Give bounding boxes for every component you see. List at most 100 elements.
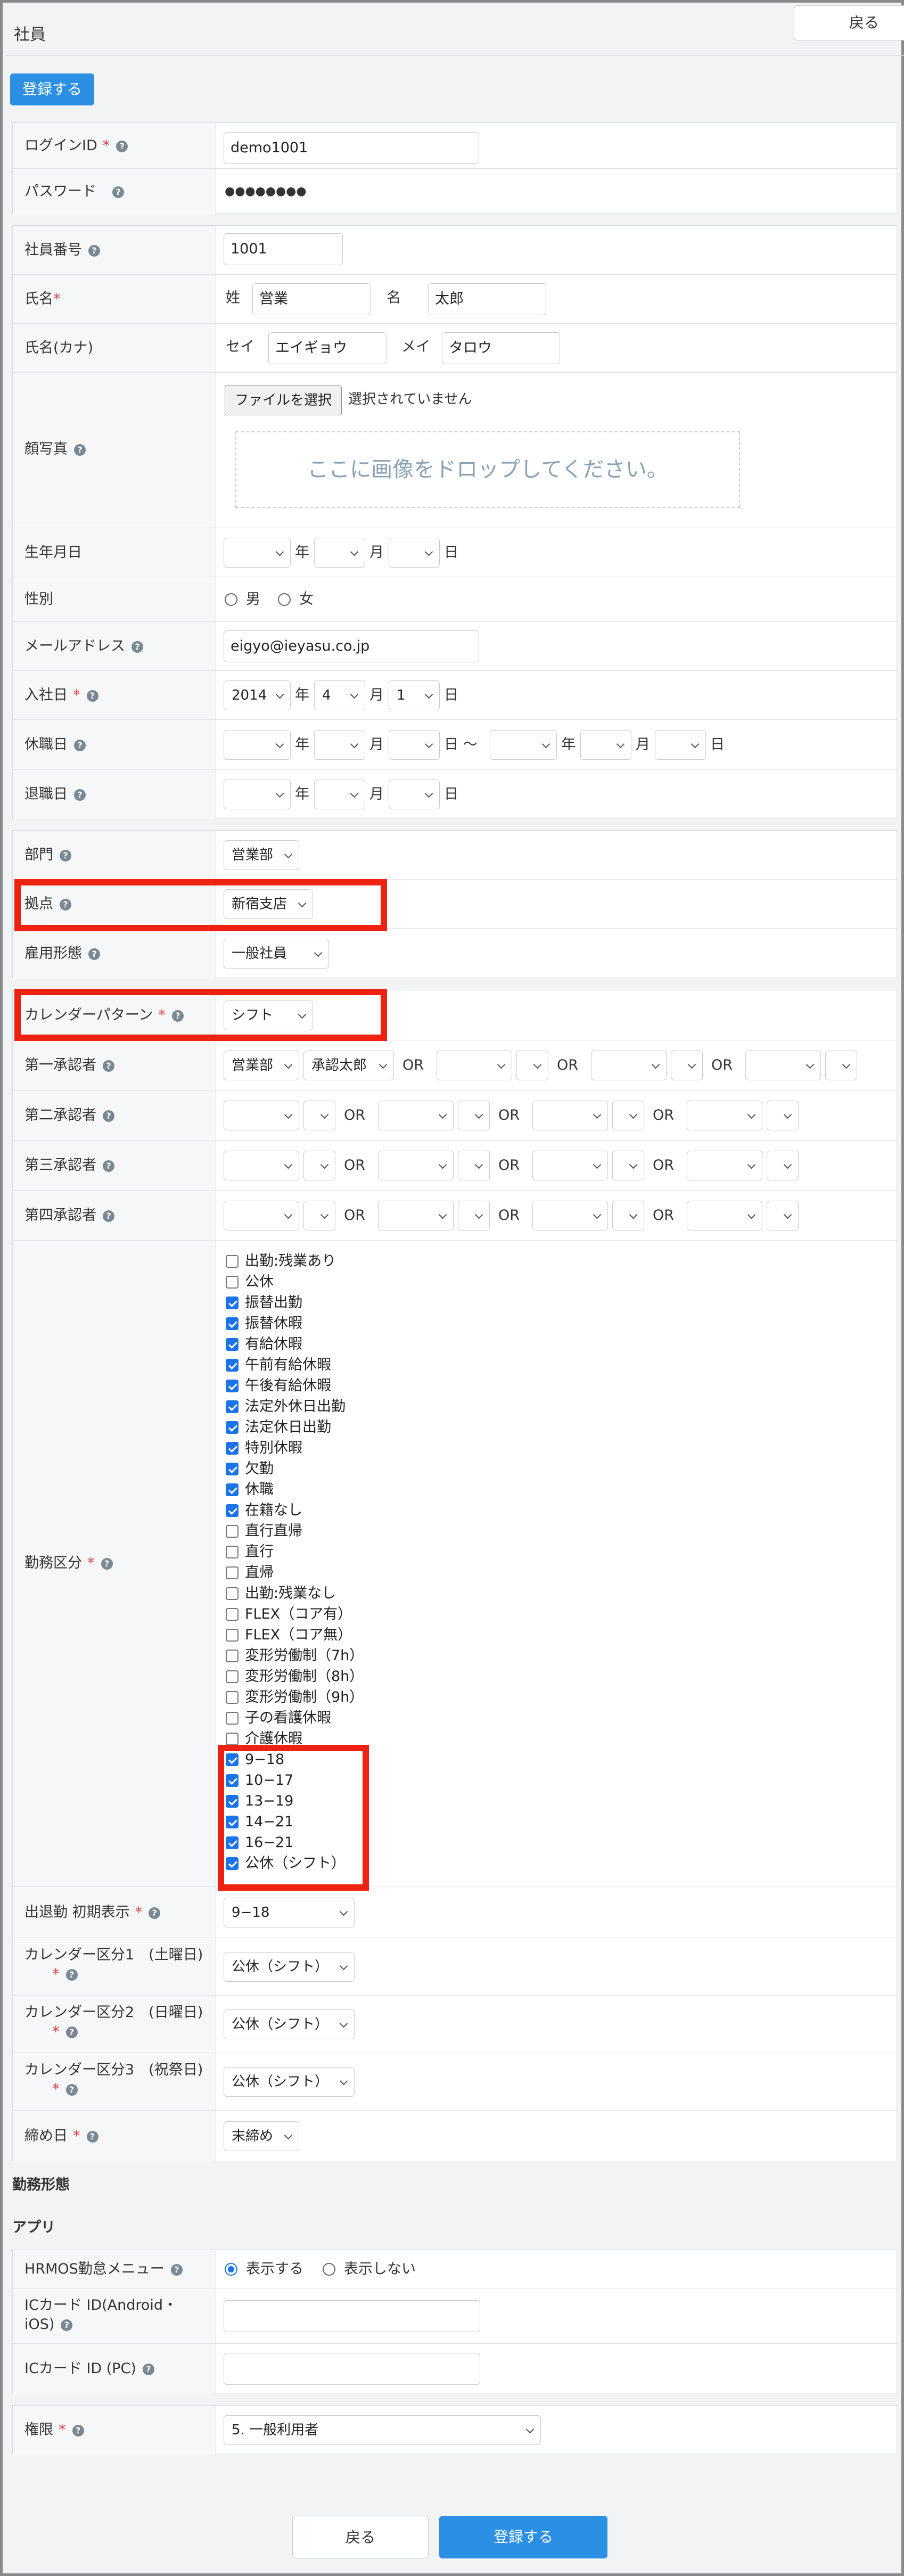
menu-hide-radio[interactable] — [323, 2263, 335, 2276]
help-icon[interactable]: ? — [103, 1160, 114, 1172]
help-icon[interactable]: ? — [142, 2364, 154, 2375]
initial-display-select[interactable]: 9−18 — [224, 1898, 355, 1927]
work-type-checkbox[interactable] — [226, 1566, 239, 1579]
approver-3-alt3-person-select[interactable] — [767, 1151, 799, 1180]
approver-2-person-select[interactable] — [303, 1101, 335, 1130]
ic-card-pc-input[interactable] — [224, 2353, 480, 2385]
work-type-checkbox[interactable] — [226, 1276, 239, 1289]
approver-2-alt2-person-select[interactable] — [612, 1101, 644, 1130]
work-type-checkbox[interactable] — [226, 1400, 239, 1413]
employee-number-input[interactable]: 1001 — [224, 233, 343, 265]
approver-1-alt3-person-select[interactable] — [825, 1051, 857, 1080]
register-button[interactable]: 登録する — [439, 2516, 607, 2558]
gender-female-radio[interactable] — [278, 593, 291, 606]
password-input[interactable]: ●●●●●●●● — [225, 182, 307, 201]
approver-2-dept-select[interactable] — [224, 1101, 299, 1130]
leave-start-day-select[interactable] — [389, 730, 440, 760]
approver-2-alt2-dept-select[interactable] — [532, 1101, 608, 1130]
work-type-checkbox[interactable] — [226, 1629, 239, 1642]
approver-3-alt2-person-select[interactable] — [612, 1151, 644, 1180]
help-icon[interactable]: ? — [60, 850, 71, 862]
back-button-top[interactable]: 戻る — [794, 5, 904, 40]
work-type-checkbox[interactable] — [226, 1463, 239, 1475]
approver-3-dept-select[interactable] — [224, 1151, 299, 1180]
help-icon[interactable]: ? — [86, 2131, 98, 2143]
calendar-type-1-select[interactable]: 公休（シフト） — [224, 1952, 355, 1982]
approver-1-alt2-person-select[interactable] — [671, 1051, 703, 1080]
approver-1-person-select[interactable]: 承認太郎 — [303, 1051, 394, 1080]
approver-4-alt3-dept-select[interactable] — [687, 1201, 762, 1230]
kana-first-name-input[interactable]: タロウ — [442, 332, 560, 364]
approver-3-alt1-dept-select[interactable] — [378, 1151, 454, 1180]
work-type-checkbox[interactable] — [226, 1297, 239, 1309]
help-icon[interactable]: ? — [74, 740, 86, 751]
work-type-checkbox[interactable] — [226, 1380, 239, 1392]
approver-2-alt1-person-select[interactable] — [458, 1101, 490, 1130]
help-icon[interactable]: ? — [170, 2264, 183, 2276]
birth-day-select[interactable] — [389, 538, 440, 568]
kana-last-name-input[interactable]: エイギョウ — [268, 332, 387, 364]
work-type-checkbox[interactable] — [226, 1733, 239, 1745]
gender-male-radio[interactable] — [225, 593, 237, 606]
approver-1-dept-select[interactable]: 営業部 — [224, 1051, 299, 1080]
work-type-checkbox[interactable] — [226, 1650, 239, 1662]
work-type-checkbox[interactable] — [226, 1608, 239, 1621]
leave-end-month-select[interactable] — [580, 730, 631, 760]
approver-3-alt2-dept-select[interactable] — [532, 1151, 608, 1180]
help-icon[interactable]: ? — [88, 245, 100, 257]
menu-show-radio[interactable] — [225, 2263, 237, 2276]
retire-day-select[interactable] — [389, 780, 440, 809]
approver-4-alt2-dept-select[interactable] — [532, 1201, 608, 1230]
help-icon[interactable]: ? — [112, 186, 124, 198]
employment-type-select[interactable]: 一般社員 — [224, 939, 329, 969]
closing-day-select[interactable]: 末締め — [224, 2121, 299, 2151]
join-year-select[interactable]: 2014 — [224, 680, 291, 710]
choose-file-button[interactable]: ファイルを選択 — [225, 385, 342, 415]
work-type-checkbox[interactable] — [226, 1338, 239, 1351]
leave-end-day-select[interactable] — [655, 730, 706, 760]
join-day-select[interactable]: 1 — [389, 680, 440, 710]
join-month-select[interactable]: 4 — [314, 680, 365, 710]
help-icon[interactable]: ? — [74, 444, 86, 456]
help-icon[interactable]: ? — [65, 2027, 78, 2038]
work-type-checkbox[interactable] — [226, 1712, 239, 1725]
help-icon[interactable]: ? — [86, 690, 98, 702]
help-icon[interactable]: ? — [116, 141, 128, 152]
approver-2-alt3-person-select[interactable] — [767, 1101, 799, 1130]
image-dropzone[interactable]: ここに画像をドロップしてください。 — [235, 431, 740, 508]
last-name-input[interactable]: 営業 — [252, 283, 371, 315]
help-icon[interactable]: ? — [103, 1110, 114, 1122]
help-icon[interactable]: ? — [65, 1969, 78, 1981]
register-button-top[interactable]: 登録する — [10, 73, 94, 105]
leave-start-month-select[interactable] — [314, 730, 365, 760]
retire-month-select[interactable] — [314, 780, 365, 809]
back-button[interactable]: 戻る — [292, 2516, 429, 2558]
approver-4-alt2-person-select[interactable] — [612, 1201, 644, 1230]
approver-4-person-select[interactable] — [303, 1201, 335, 1230]
work-type-checkbox[interactable] — [226, 1525, 239, 1538]
approver-4-alt1-dept-select[interactable] — [378, 1201, 454, 1230]
leave-start-year-select[interactable] — [224, 730, 291, 760]
approver-3-alt3-dept-select[interactable] — [687, 1151, 762, 1180]
help-icon[interactable]: ? — [103, 1210, 114, 1222]
work-type-checkbox[interactable] — [226, 1255, 239, 1268]
work-type-checkbox[interactable] — [226, 1587, 239, 1600]
work-type-checkbox[interactable] — [226, 1670, 239, 1683]
work-type-checkbox[interactable] — [226, 1483, 239, 1496]
permission-select[interactable]: 5. 一般利用者 — [224, 2415, 541, 2445]
help-icon[interactable]: ? — [103, 1060, 114, 1072]
birth-year-select[interactable] — [224, 538, 291, 568]
help-icon[interactable]: ? — [72, 2425, 84, 2436]
approver-4-alt3-person-select[interactable] — [767, 1201, 799, 1230]
work-type-checkbox[interactable] — [226, 1359, 239, 1372]
help-icon[interactable]: ? — [149, 1907, 161, 1919]
approver-1-alt1-dept-select[interactable] — [437, 1051, 512, 1080]
ic-card-android-input[interactable] — [224, 2300, 480, 2332]
help-icon[interactable]: ? — [65, 2084, 78, 2096]
approver-2-alt1-dept-select[interactable] — [378, 1101, 454, 1130]
help-icon[interactable]: ? — [132, 641, 143, 653]
work-type-checkbox[interactable] — [226, 1421, 239, 1434]
email-input[interactable]: eigyo@ieyasu.co.jp — [224, 630, 479, 662]
work-type-checkbox[interactable] — [226, 1442, 239, 1455]
approver-3-alt1-person-select[interactable] — [458, 1151, 490, 1180]
